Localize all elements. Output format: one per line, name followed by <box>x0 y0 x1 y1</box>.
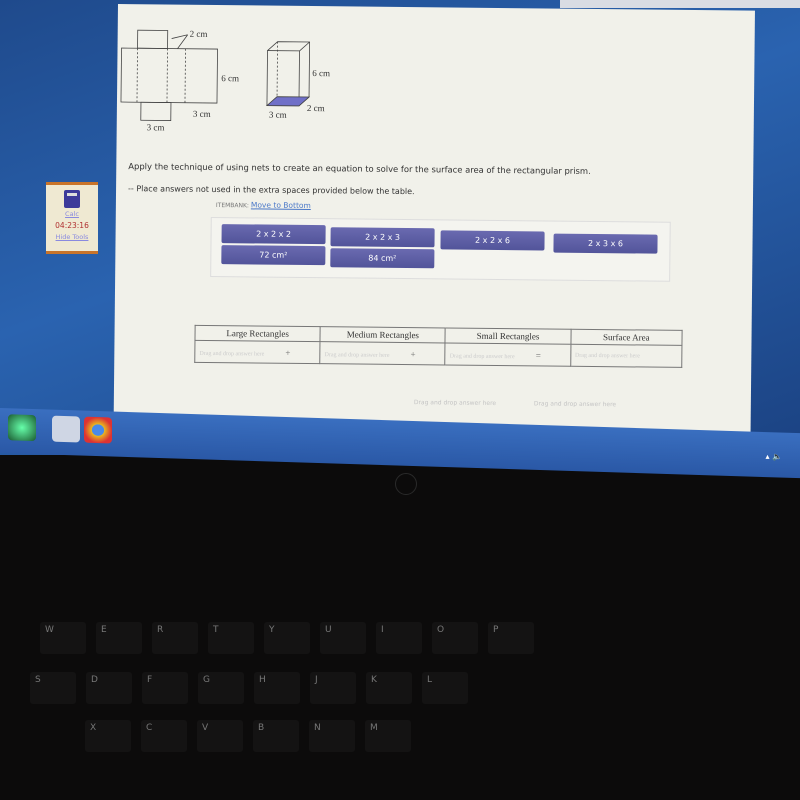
item-bank: 2 x 2 x 2 2 x 2 x 3 2 x 2 x 6 2 x 3 x 6 … <box>210 216 671 282</box>
chrome-icon[interactable] <box>84 416 112 444</box>
answer-tile[interactable]: 2 x 2 x 6 <box>440 230 545 251</box>
prism-label-width: 3 cm <box>269 110 287 120</box>
plus-operator: + <box>285 347 291 358</box>
answer-tile[interactable]: 2 x 3 x 6 <box>553 233 658 254</box>
keyboard-key: W <box>40 622 86 654</box>
answer-tile[interactable]: 72 cm² <box>221 245 326 266</box>
keyboard-key: F <box>142 672 188 704</box>
hide-tools-link[interactable]: Hide Tools <box>46 233 98 241</box>
header-small: Small Rectangles <box>445 327 571 345</box>
net-label-side: 3 cm <box>193 109 211 119</box>
prism-label-depth: 2 cm <box>307 103 325 113</box>
keyboard-key: Y <box>264 622 310 654</box>
net-top-face <box>137 29 169 49</box>
header-surface-area: Surface Area <box>570 329 683 346</box>
keyboard-key: G <box>198 672 244 704</box>
move-to-bottom-link[interactable]: Move to Bottom <box>251 200 311 210</box>
keyboard-key: J <box>310 672 356 704</box>
keyboard-key: V <box>197 720 243 752</box>
keyboard-key: U <box>320 622 366 654</box>
note-text: -- Place answers not used in the extra s… <box>128 184 415 197</box>
net-label-top: 2 cm <box>190 29 208 39</box>
drop-zone-large[interactable]: Drag and drop answer here <box>199 350 279 357</box>
drop-zone-medium[interactable]: Drag and drop answer here <box>325 352 405 359</box>
drop-zone-surface-area[interactable]: Drag and drop answer here <box>575 352 655 359</box>
keyboard-key: X <box>85 720 131 752</box>
nets-figure: 2 cm 6 cm 3 cm 3 cm 6 cm 2 cm 3 cm <box>120 29 330 132</box>
net-label-bottom: 3 cm <box>147 122 165 132</box>
prism-label-height: 6 cm <box>312 68 330 78</box>
keyboard-key: I <box>376 622 422 654</box>
volume-icon[interactable]: ▴ 🔈 <box>765 452 782 461</box>
keyboard: WERTYUIOP SDFGHJKL XCVBNM <box>0 590 800 800</box>
bookmarks-bar <box>560 0 800 8</box>
keyboard-key: M <box>365 720 411 752</box>
calc-link[interactable]: Calc <box>46 210 98 218</box>
net-middle-strip <box>120 47 218 104</box>
extra-drop-zone[interactable]: Drag and drop answer here <box>534 400 616 408</box>
tools-panel: Calc 04:23:16 Hide Tools <box>46 182 98 254</box>
answer-tile[interactable]: 2 x 2 x 2 <box>221 224 326 245</box>
answer-table: Large Rectangles Medium Rectangles Small… <box>194 325 683 368</box>
prism-base <box>265 96 311 107</box>
keyboard-key: L <box>422 672 468 704</box>
keyboard-key: E <box>96 622 142 654</box>
hp-logo-icon <box>395 473 417 495</box>
start-button-icon[interactable] <box>8 414 36 442</box>
keyboard-key: S <box>30 672 76 704</box>
keyboard-key: P <box>488 622 534 654</box>
answer-tile[interactable]: 2 x 2 x 3 <box>330 227 435 248</box>
answer-tile[interactable]: 84 cm² <box>330 248 435 269</box>
keyboard-key: T <box>208 622 254 654</box>
net-label-height: 6 cm <box>221 73 239 83</box>
calculator-icon[interactable] <box>64 190 80 208</box>
drop-zone-small[interactable]: Drag and drop answer here <box>450 353 530 360</box>
keyboard-key: N <box>309 720 355 752</box>
plus-operator: + <box>410 348 416 359</box>
itembank-label: ITEMBANK: <box>215 202 250 210</box>
timer: 04:23:16 <box>55 221 89 230</box>
keyboard-key: R <box>152 622 198 654</box>
quiz-page: 2 cm 6 cm 3 cm 3 cm 6 cm 2 cm 3 cm Apply… <box>113 4 755 451</box>
keyboard-key: K <box>366 672 412 704</box>
header-medium: Medium Rectangles <box>320 326 446 343</box>
instruction-text: Apply the technique of using nets to cre… <box>128 161 591 176</box>
extra-drop-zone[interactable]: Drag and drop answer here <box>414 399 496 407</box>
header-large: Large Rectangles <box>194 325 321 342</box>
net-bottom-face <box>140 101 172 121</box>
keyboard-key: H <box>254 672 300 704</box>
prism-edges <box>267 41 311 107</box>
keyboard-key: C <box>141 720 187 752</box>
equals-operator: = <box>535 349 541 360</box>
explorer-icon[interactable] <box>52 415 80 443</box>
keyboard-key: D <box>86 672 132 704</box>
arrow-icon <box>171 34 189 49</box>
keyboard-key: B <box>253 720 299 752</box>
keyboard-key: O <box>432 622 478 654</box>
